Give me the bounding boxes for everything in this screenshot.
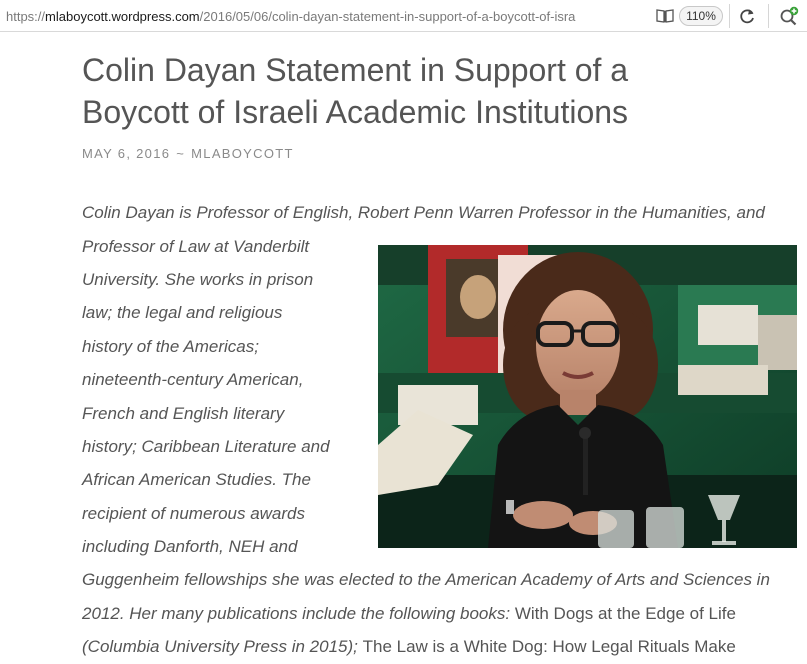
body-line: law; the legal and religious — [82, 303, 283, 322]
body-line: Colin Dayan is Professor of English, Rob… — [82, 203, 765, 222]
body-line: recipient of numerous awards — [82, 504, 306, 523]
body-line: (Columbia University Press in 2015); The… — [82, 630, 736, 664]
url-domain: mlaboycott.wordpress.com — [45, 9, 200, 24]
search-add-icon[interactable] — [778, 5, 800, 27]
reader-view-icon[interactable] — [656, 8, 674, 24]
toolbar-divider — [729, 4, 730, 28]
book-title: The Law is a White Dog: How Legal Ritual… — [362, 637, 736, 656]
body-line: history; Caribbean Literature and — [82, 437, 330, 456]
body-line: including Danforth, NEH and — [82, 537, 298, 556]
post-title-line-1: Colin Dayan Statement in Support of a — [82, 52, 629, 88]
body-line: history of the Americas; — [82, 337, 259, 356]
book-title: With Dogs at the Edge of Life — [514, 604, 736, 623]
post-author[interactable]: MLABOYCOTT — [191, 146, 294, 161]
body-line: Professor of Law at Vanderbilt — [82, 237, 310, 256]
url-prefix: https:// — [6, 9, 46, 24]
body-line: French and English literary — [82, 404, 285, 423]
toolbar-divider — [768, 4, 769, 28]
url-field[interactable]: https://mlaboycott.wordpress.com/2016/05… — [6, 8, 634, 25]
body-line: University. She works in prison — [82, 270, 314, 289]
post-date[interactable]: MAY 6, 2016 — [82, 146, 170, 161]
body-line: Guggenheim fellowships she was elected t… — [82, 570, 770, 589]
author-photo: M — [378, 245, 797, 548]
post-meta: MAY 6, 2016 ~ MLABOYCOTT — [82, 145, 294, 163]
url-path: /2016/05/06/colin-dayan-statement-in-sup… — [199, 9, 576, 24]
zoom-level-button[interactable]: 110% — [679, 6, 723, 26]
post-title: Colin Dayan Statement in Support of a Bo… — [82, 49, 782, 133]
address-bar[interactable]: https://mlaboycott.wordpress.com/2016/05… — [0, 0, 807, 32]
body-line: nineteenth-century American, — [82, 370, 304, 389]
body-line: African American Studies. The — [82, 470, 311, 489]
body-text: (Columbia University Press in 2015); — [82, 637, 363, 656]
body-text: 2012. Her many publications include the … — [82, 604, 515, 623]
post-title-line-2: Boycott of Israeli Academic Institutions — [82, 94, 629, 130]
reload-icon[interactable] — [738, 7, 756, 25]
body-line: 2012. Her many publications include the … — [82, 597, 736, 631]
meta-separator: ~ — [176, 146, 186, 161]
